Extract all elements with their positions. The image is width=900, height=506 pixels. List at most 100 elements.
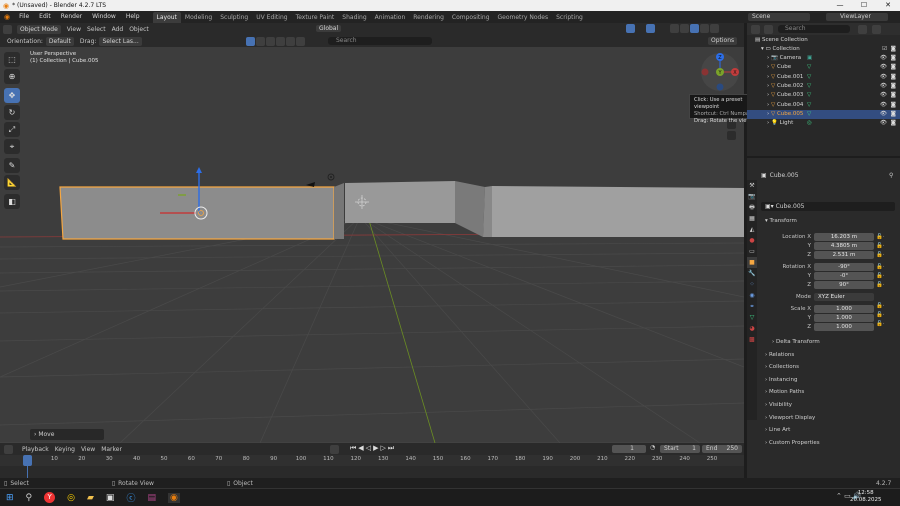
- stopwatch-icon[interactable]: ◔: [650, 444, 655, 451]
- tab-geometry-nodes[interactable]: Geometry Nodes: [494, 12, 553, 23]
- menu-help[interactable]: Help: [121, 11, 145, 23]
- start-frame-field[interactable]: Start 1: [660, 445, 700, 453]
- menu-file[interactable]: File: [14, 11, 34, 23]
- rotation-y-field[interactable]: -0°: [814, 272, 874, 280]
- lock-icon[interactable]: 🔓·: [876, 233, 885, 242]
- visibility-eye-icon[interactable]: 👁: [880, 101, 887, 110]
- section-relations[interactable]: › Relations: [765, 352, 794, 358]
- mesh-data-icon[interactable]: ▽: [807, 101, 811, 110]
- lock-icon[interactable]: 🔓·: [876, 251, 885, 260]
- rotation-x-field[interactable]: -90°: [814, 263, 874, 271]
- header-menu-select[interactable]: Select: [87, 26, 106, 33]
- output-tab-icon[interactable]: 🖶: [747, 202, 757, 213]
- section-collections[interactable]: › Collections: [765, 364, 799, 370]
- tab-layout[interactable]: Layout: [152, 11, 181, 23]
- transform-panel-header[interactable]: ▾ Transform: [765, 218, 797, 224]
- timeline-menu-keying[interactable]: Keying: [55, 446, 75, 453]
- blender-taskbar-icon[interactable]: ◉: [167, 492, 180, 503]
- expand-icon[interactable]: ›: [767, 92, 769, 98]
- visibility-eye-icon[interactable]: 👁: [880, 110, 887, 119]
- scale-x-field[interactable]: 1.000: [814, 305, 874, 313]
- overlay-toggle-icon[interactable]: [646, 24, 655, 33]
- section-motion-paths[interactable]: › Motion Paths: [765, 389, 804, 395]
- visibility-eye-icon[interactable]: 👁: [880, 73, 887, 82]
- section-viewport-display[interactable]: › Viewport Display: [765, 415, 815, 421]
- outliner-collection[interactable]: ▾ ▭ Collection ☑ ◙: [747, 45, 900, 54]
- rotation-mode-dropdown[interactable]: XYZ Euler: [814, 293, 874, 301]
- mesh-data-icon[interactable]: ▽: [807, 91, 811, 100]
- constraints-tab-icon[interactable]: ⚭: [747, 301, 757, 312]
- tab-shading[interactable]: Shading: [338, 12, 370, 23]
- mesh-data-icon[interactable]: ▽: [807, 63, 811, 72]
- lock-icon[interactable]: 🔓·: [876, 281, 885, 290]
- timeline-menu-view[interactable]: View: [81, 446, 95, 453]
- new-collection-icon[interactable]: [872, 24, 881, 34]
- outliner-item-cube-005[interactable]: › ▽ Cube.005 ▽ 👁 ◙: [747, 109, 900, 119]
- wireframe-shading-icon[interactable]: [680, 24, 689, 33]
- editor-type-icon[interactable]: [3, 24, 12, 34]
- section-visibility[interactable]: › Visibility: [765, 402, 792, 408]
- tab-sculpting[interactable]: Sculpting: [216, 12, 252, 23]
- mesh-data-icon[interactable]: ▽: [807, 82, 811, 91]
- orientation-dropdown[interactable]: Default: [45, 36, 74, 46]
- visibility-eye-icon[interactable]: 👁: [880, 91, 887, 100]
- section-delta-transform[interactable]: › Delta Transform: [772, 339, 820, 345]
- render-tab-icon[interactable]: 📷: [747, 191, 757, 202]
- header-menu-object[interactable]: Object: [129, 26, 149, 33]
- expand-icon[interactable]: ›: [767, 55, 769, 61]
- rotate-tool-icon[interactable]: ↻: [4, 105, 20, 120]
- menu-edit[interactable]: Edit: [34, 11, 56, 23]
- outliner-search-input[interactable]: Search: [778, 25, 850, 33]
- outliner-item-cube-002[interactable]: › ▽ Cube.002 ▽ 👁 ◙: [747, 82, 900, 91]
- outliner-item-cube-003[interactable]: › ▽ Cube.003 ▽ 👁 ◙: [747, 91, 900, 100]
- nav-gizmo-neg-x-icon[interactable]: [701, 68, 709, 76]
- render-camera-icon[interactable]: ◙: [891, 119, 896, 128]
- ccleaner-icon[interactable]: ⓒ: [126, 491, 135, 504]
- material-shading-icon[interactable]: [700, 24, 709, 33]
- render-camera-icon[interactable]: ◙: [891, 91, 896, 100]
- collection-camera-icon[interactable]: ◙: [891, 45, 896, 54]
- expand-icon[interactable]: ›: [767, 120, 769, 126]
- pan-view-icon[interactable]: [727, 131, 736, 140]
- move-gizmo-z-cone[interactable]: [196, 167, 202, 173]
- scale-y-field[interactable]: 1.000: [814, 314, 874, 322]
- add-cube-tool-icon[interactable]: ◧: [4, 194, 20, 209]
- visibility-eye-icon[interactable]: 👁: [880, 54, 887, 63]
- transform-orientation-dropdown[interactable]: Global: [316, 24, 344, 33]
- object-tab-icon[interactable]: ■: [747, 257, 757, 268]
- pin-icon[interactable]: ⚲: [889, 172, 893, 179]
- timeline-menu-playback[interactable]: Playback: [22, 446, 49, 453]
- section-instancing[interactable]: › Instancing: [765, 377, 797, 383]
- blender-menu-icon[interactable]: ◉: [0, 13, 14, 21]
- header-menu-add[interactable]: Add: [112, 26, 124, 33]
- section-custom-properties[interactable]: › Custom Properties: [765, 440, 820, 446]
- visibility-eye-icon[interactable]: 👁: [880, 63, 887, 72]
- modifier-tab-icon[interactable]: 🔧: [747, 268, 757, 279]
- tab-uv-editing[interactable]: UV Editing: [252, 12, 291, 23]
- playhead[interactable]: [23, 455, 32, 466]
- mode-selector[interactable]: Object Mode: [17, 24, 61, 34]
- current-frame-field[interactable]: 1: [612, 445, 646, 453]
- end-frame-field[interactable]: End 250: [702, 445, 742, 453]
- drag-dropdown[interactable]: Select Las...: [99, 36, 142, 46]
- tool-tab-icon[interactable]: ⚒: [747, 180, 757, 191]
- yandex-music-icon[interactable]: ◎: [67, 493, 75, 503]
- header-menu-view[interactable]: View: [67, 26, 81, 33]
- options-dropdown[interactable]: Options: [708, 37, 738, 45]
- particles-tab-icon[interactable]: ⁘: [747, 279, 757, 290]
- outliner-item-cube[interactable]: › ▽ Cube ▽ 👁 ◙: [747, 63, 900, 72]
- tab-scripting[interactable]: Scripting: [552, 12, 587, 23]
- lock-icon[interactable]: 🔓·: [876, 272, 885, 281]
- outliner-item-cube-004[interactable]: › ▽ Cube.004 ▽ 👁 ◙: [747, 101, 900, 110]
- winrar-icon[interactable]: ▤: [147, 493, 156, 503]
- selectability-icon[interactable]: [256, 37, 265, 46]
- cube-mesh-angled[interactable]: [455, 181, 485, 237]
- file-explorer-icon[interactable]: ▰: [87, 493, 94, 503]
- visibility-eye-icon[interactable]: 👁: [880, 119, 887, 128]
- gizmo-toggle-icon[interactable]: [626, 24, 635, 33]
- 3d-viewport[interactable]: Y X Z User Perspective (1) Collection | …: [0, 47, 744, 443]
- light-object[interactable]: [327, 173, 335, 181]
- minimize-button[interactable]: —: [828, 0, 852, 11]
- outliner-display-mode-icon[interactable]: [764, 24, 773, 34]
- render-camera-icon[interactable]: ◙: [891, 82, 896, 91]
